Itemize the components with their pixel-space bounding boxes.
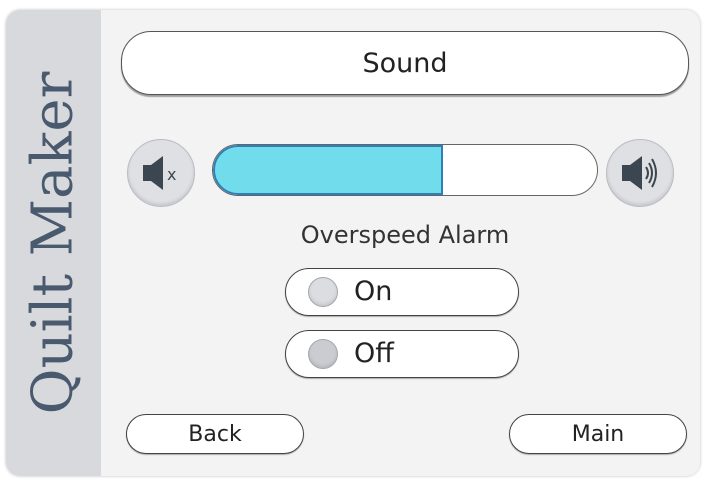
volume-max-button[interactable] <box>606 139 674 207</box>
alarm-option-on-label: On <box>354 276 393 307</box>
brand-logo: Quilt Maker <box>20 71 86 415</box>
main-button[interactable]: Main <box>509 414 687 454</box>
back-button[interactable]: Back <box>126 414 304 454</box>
alarm-option-off-label: Off <box>354 338 394 369</box>
speaker-mute-icon: x <box>143 156 176 190</box>
sound-settings-panel: Quilt Maker Sound x Overspeed Alarm On O… <box>6 10 700 476</box>
radio-on-indicator <box>308 277 338 307</box>
alarm-option-off[interactable]: Off <box>285 330 519 378</box>
brand-sidebar: Quilt Maker <box>6 10 101 476</box>
alarm-option-on[interactable]: On <box>285 268 519 316</box>
volume-slider[interactable] <box>212 144 598 196</box>
speaker-loud-icon <box>622 156 657 190</box>
radio-off-indicator <box>308 339 338 369</box>
svg-text:x: x <box>167 165 176 184</box>
volume-mute-button[interactable]: x <box>127 139 195 207</box>
volume-level-fill <box>213 145 444 195</box>
page-title: Sound <box>121 31 689 95</box>
overspeed-alarm-label: Overspeed Alarm <box>300 221 510 249</box>
